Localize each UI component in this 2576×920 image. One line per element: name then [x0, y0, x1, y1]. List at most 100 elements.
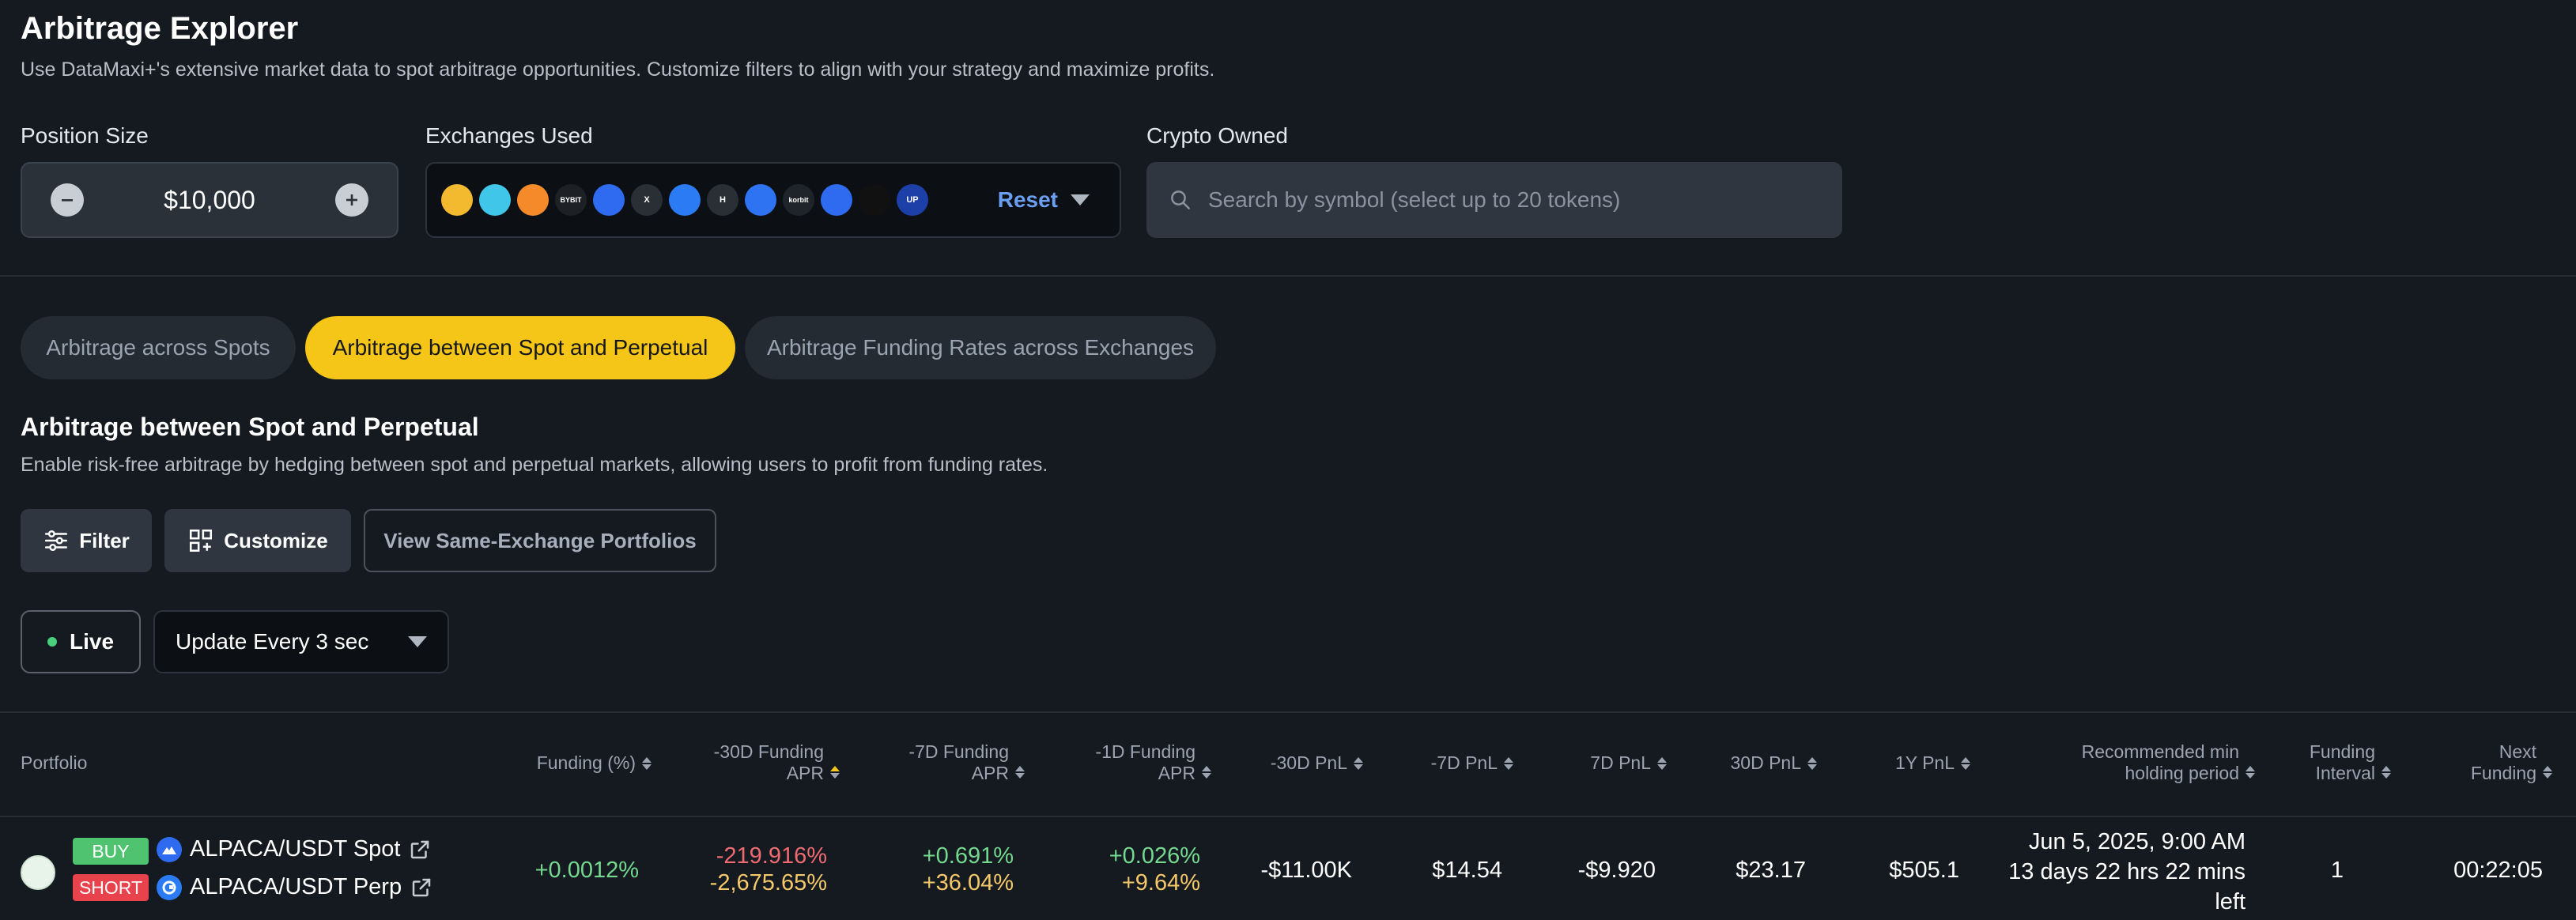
- position-size-label: Position Size: [21, 123, 149, 148]
- coinbase-icon: [593, 184, 625, 216]
- search-icon: [1171, 190, 1190, 209]
- swap-exchange-icon: [479, 184, 511, 216]
- sort-icon: [2543, 766, 2552, 779]
- holding-period-value: Jun 5, 2025, 9:00 AM 13 days 22 hrs 22 m…: [2008, 829, 2246, 914]
- sort-icon: [830, 766, 840, 779]
- flame-exchange-icon: [745, 184, 776, 216]
- page-title: Arbitrage Explorer: [21, 11, 299, 46]
- column-header-1d-funding-apr[interactable]: -1D Funding APR: [1095, 741, 1211, 784]
- exchanges-used-label: Exchanges Used: [425, 123, 593, 148]
- minus-icon: [62, 199, 73, 202]
- sort-icon: [1657, 756, 1667, 770]
- mountain-exchange-icon: [157, 836, 182, 862]
- column-header-funding-interval[interactable]: Funding Interval: [2310, 741, 2391, 784]
- column-header-30d-funding-apr[interactable]: -30D Funding APR: [714, 741, 840, 784]
- apr-7d-values: +0.691% +36.04%: [922, 843, 1014, 895]
- tab-arbitrage-across-spots[interactable]: Arbitrage across Spots: [21, 316, 296, 379]
- short-badge: SHORT: [73, 874, 149, 901]
- customize-button[interactable]: Customize: [164, 509, 351, 572]
- increase-button[interactable]: [334, 183, 368, 217]
- pnl-1y: $505.1: [1889, 858, 1959, 883]
- chevron-down-icon: [1071, 194, 1090, 205]
- live-status-dot: [47, 637, 57, 647]
- external-link-icon[interactable]: [410, 876, 433, 899]
- pnl-30d: $23.17: [1736, 858, 1806, 883]
- sort-icon: [1202, 766, 1211, 779]
- column-header-7d-funding-apr[interactable]: -7D Funding APR: [908, 741, 1025, 784]
- tab-funding-rates[interactable]: Arbitrage Funding Rates across Exchanges: [745, 316, 1216, 379]
- apr-30d-values: -219.916% -2,675.65%: [709, 843, 827, 895]
- perp-pair[interactable]: ALPACA/USDT Perp: [157, 874, 433, 900]
- plus-icon: [346, 194, 357, 205]
- crypto-search-input[interactable]: [1208, 187, 1809, 213]
- token-avatar: [21, 855, 55, 890]
- column-header-minus-7d-pnl[interactable]: -7D PnL: [1431, 752, 1513, 774]
- crypto-owned-label: Crypto Owned: [1146, 123, 1288, 148]
- decrease-button[interactable]: [51, 183, 84, 217]
- fox-exchange-icon: [517, 184, 549, 216]
- okx-icon: [859, 184, 890, 216]
- section-description: Enable risk-free arbitrage by hedging be…: [21, 454, 1048, 476]
- section-title: Arbitrage between Spot and Perpetual: [21, 413, 479, 441]
- exchanges-selector[interactable]: BYBIT X Hkorbit UP Reset: [425, 162, 1121, 238]
- sort-icon: [1015, 766, 1025, 779]
- customize-label: Customize: [224, 528, 328, 552]
- page-subtitle: Use DataMaxi+'s extensive market data to…: [21, 58, 1215, 81]
- section-divider: [0, 275, 2576, 277]
- crypto-search-field: [1146, 162, 1842, 238]
- x-exchange-icon: X: [631, 184, 663, 216]
- column-header-30d-pnl[interactable]: 30D PnL: [1730, 752, 1817, 774]
- reset-label: Reset: [997, 187, 1058, 212]
- binance-icon: [441, 184, 473, 216]
- funding-interval-value: 1: [2330, 858, 2344, 883]
- sort-icon: [1504, 756, 1513, 770]
- upbit-icon: UP: [897, 184, 928, 216]
- table-row[interactable]: BUY SHORT ALPACA/USDT Spot ALPACA/USDT P…: [21, 830, 495, 917]
- mountain-exchange-icon: [821, 184, 852, 216]
- table-header-divider: [0, 816, 2576, 817]
- sliders-icon: [45, 530, 68, 552]
- apr-1d-values: +0.026% +9.64%: [1109, 843, 1200, 895]
- column-header-minus-30d-pnl[interactable]: -30D PnL: [1271, 752, 1363, 774]
- column-header-7d-pnl[interactable]: 7D PnL: [1590, 752, 1667, 774]
- column-header-next-funding[interactable]: Next Funding: [2471, 741, 2552, 784]
- chevron-down-icon: [408, 636, 427, 647]
- gate-icon: [157, 874, 182, 900]
- column-header-portfolio: Portfolio: [21, 752, 88, 773]
- column-header-1y-pnl[interactable]: 1Y PnL: [1895, 752, 1970, 774]
- pnl-minus-7d: $14.54: [1432, 858, 1502, 883]
- funding-value: +0.0012%: [534, 858, 639, 883]
- arbitrage-explorer-page: Arbitrage Explorer Use DataMaxi+'s exten…: [0, 0, 2576, 920]
- update-interval-select[interactable]: Update Every 3 sec: [153, 610, 449, 673]
- sort-icon: [1354, 756, 1363, 770]
- live-label: Live: [69, 629, 115, 654]
- korbit-icon: korbit: [783, 184, 814, 216]
- sort-icon: [642, 756, 652, 770]
- sort-icon: [2381, 766, 2391, 779]
- sort-icon: [2246, 766, 2255, 779]
- filter-label: Filter: [79, 528, 130, 552]
- spot-pair[interactable]: ALPACA/USDT Spot: [157, 836, 432, 862]
- reset-button[interactable]: Reset: [998, 187, 1090, 213]
- h-exchange-icon: H: [707, 184, 738, 216]
- next-funding-countdown: 00:22:05: [2453, 858, 2543, 883]
- gate-icon: [669, 184, 701, 216]
- live-toggle[interactable]: Live: [21, 610, 141, 673]
- tab-spot-perpetual[interactable]: Arbitrage between Spot and Perpetual: [305, 316, 735, 379]
- table-divider: [0, 711, 2576, 713]
- grid-plus-icon: [190, 529, 213, 552]
- column-header-holding-period[interactable]: Recommended min holding period: [2082, 741, 2255, 784]
- position-size-value[interactable]: $10,000: [164, 186, 255, 215]
- same-exchange-portfolios-button[interactable]: View Same-Exchange Portfolios: [364, 509, 716, 572]
- sort-icon: [1961, 756, 1970, 770]
- pnl-7d: -$9.920: [1577, 858, 1656, 883]
- position-size-stepper: $10,000: [21, 162, 398, 238]
- sort-icon: [1807, 756, 1817, 770]
- external-link-icon[interactable]: [408, 838, 432, 862]
- column-header-funding[interactable]: Funding (%): [537, 752, 652, 774]
- filter-button[interactable]: Filter: [21, 509, 152, 572]
- pnl-minus-30d: -$11.00K: [1260, 858, 1352, 883]
- bybit-icon: BYBIT: [555, 184, 587, 216]
- exchange-icons: BYBIT X Hkorbit UP: [441, 184, 928, 216]
- update-interval-value: Update Every 3 sec: [176, 629, 369, 654]
